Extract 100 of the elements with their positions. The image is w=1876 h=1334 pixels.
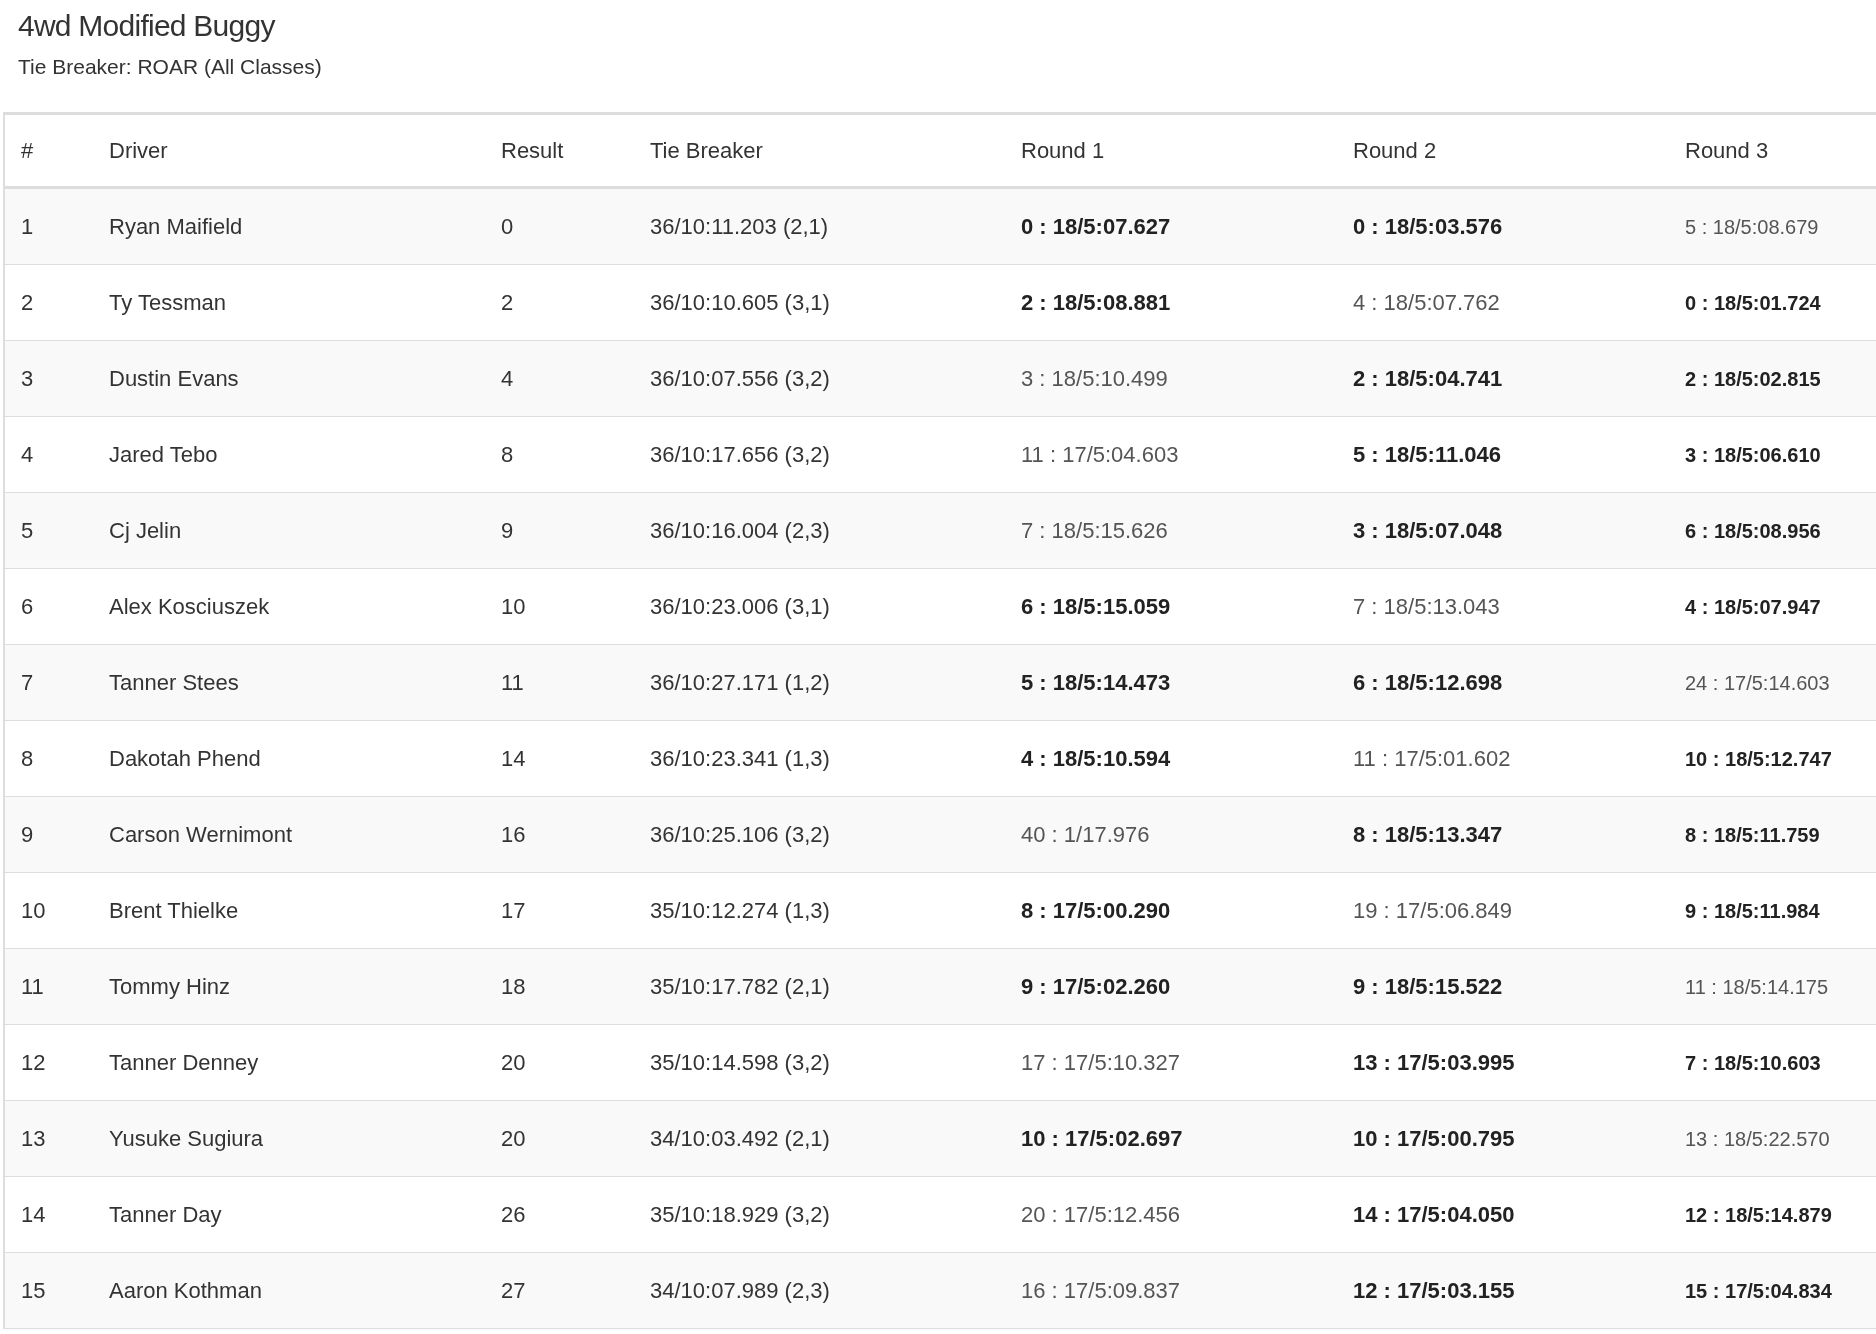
table-cell-text: 20 : 17/5:12.456 bbox=[1020, 1201, 1182, 1229]
table-cell-text: 0 : 18/5:07.627 bbox=[1020, 213, 1172, 241]
table-cell-text: 4 : 18/5:07.762 bbox=[1352, 289, 1501, 317]
column-header: # bbox=[20, 137, 35, 165]
table-cell-text: Tanner Stees bbox=[108, 669, 240, 697]
table-cell-text: 13 : 18/5:22.570 bbox=[1684, 1126, 1831, 1152]
table-cell-text: 3 bbox=[20, 365, 35, 393]
table-cell-text: Brent Thielke bbox=[108, 897, 240, 925]
table-cell-text: 7 : 18/5:15.626 bbox=[1020, 517, 1169, 545]
table-cell-text: Tanner Day bbox=[108, 1201, 223, 1229]
column-header: Round 2 bbox=[1352, 137, 1438, 165]
table-cell-text: 4 : 18/5:07.947 bbox=[1684, 594, 1822, 620]
table-cell-text: 7 : 18/5:13.043 bbox=[1352, 593, 1501, 621]
table-cell-text: 14 bbox=[500, 745, 527, 773]
table-cell-text: 9 bbox=[500, 517, 515, 545]
table-cell-text: 8 bbox=[20, 745, 35, 773]
table-cell-text: 4 bbox=[20, 441, 35, 469]
table-cell-text: 20 bbox=[500, 1049, 527, 1077]
table-cell-text: 10 : 17/5:02.697 bbox=[1020, 1125, 1184, 1153]
table-cell-text: 6 : 18/5:15.059 bbox=[1020, 593, 1172, 621]
table-cell-text: 12 bbox=[20, 1049, 47, 1077]
table-cell-text: Dustin Evans bbox=[108, 365, 240, 393]
table-cell-text: 35/10:12.274 (1,3) bbox=[649, 897, 831, 925]
column-header: Driver bbox=[108, 137, 169, 165]
table-cell-text: Carson Wernimont bbox=[108, 821, 293, 849]
table-cell-text: 36/10:23.341 (1,3) bbox=[649, 745, 831, 773]
table-cell-text: 36/10:11.203 (2,1) bbox=[649, 213, 830, 241]
table-cell-text: 11 : 17/5:04.603 bbox=[1020, 441, 1180, 469]
table-cell-text: Yusuke Sugiura bbox=[108, 1125, 265, 1153]
table-cell-text: 9 : 18/5:15.522 bbox=[1352, 973, 1504, 1001]
column-header: Tie Breaker bbox=[649, 137, 764, 165]
table-cell-text: Cj Jelin bbox=[108, 517, 183, 545]
table-cell-text: 17 bbox=[500, 897, 527, 925]
table-cell-text: 3 : 18/5:07.048 bbox=[1352, 517, 1504, 545]
table-cell-text: 5 : 18/5:08.679 bbox=[1684, 214, 1820, 240]
table-cell-text: 24 : 17/5:14.603 bbox=[1684, 670, 1831, 696]
table-cell-text: 10 : 18/5:12.747 bbox=[1684, 746, 1833, 772]
column-header: Round 3 bbox=[1684, 137, 1770, 165]
table-cell-text: 7 : 18/5:10.603 bbox=[1684, 1050, 1822, 1076]
table-cell-text: 36/10:17.656 (3,2) bbox=[649, 441, 831, 469]
table-cell-text: 9 bbox=[20, 821, 35, 849]
table-cell-text: 16 : 17/5:09.837 bbox=[1020, 1277, 1182, 1305]
table-cell-text: 20 bbox=[500, 1125, 527, 1153]
table-cell-text: 16 bbox=[500, 821, 527, 849]
subtitle: Tie Breaker: ROAR (All Classes) bbox=[18, 54, 323, 80]
table-cell-text: 5 : 18/5:14.473 bbox=[1020, 669, 1172, 697]
table-cell-text: 36/10:10.605 (3,1) bbox=[649, 289, 831, 317]
table-cell-text: 0 : 18/5:03.576 bbox=[1352, 213, 1504, 241]
column-header: Result bbox=[500, 137, 565, 165]
table-cell-text: 12 : 18/5:14.879 bbox=[1684, 1202, 1833, 1228]
table-cell-text: 8 : 17/5:00.290 bbox=[1020, 897, 1172, 925]
table-cell-text: 3 : 18/5:06.610 bbox=[1684, 442, 1822, 468]
table-cell-text: 26 bbox=[500, 1201, 527, 1229]
page-title: 4wd Modified Buggy bbox=[18, 8, 277, 44]
table-cell-text: Ty Tessman bbox=[108, 289, 227, 317]
column-header: Round 1 bbox=[1020, 137, 1106, 165]
table-cell-text: 13 : 17/5:03.995 bbox=[1352, 1049, 1516, 1077]
table-cell-text: 11 : 18/5:14.175 bbox=[1684, 974, 1830, 1000]
table-cell-text: 4 bbox=[500, 365, 515, 393]
table-cell-text: 7 bbox=[20, 669, 35, 697]
table-cell-text: 8 : 18/5:11.759 bbox=[1684, 822, 1821, 848]
table-cell-text: 35/10:17.782 (2,1) bbox=[649, 973, 831, 1001]
table-cell-text: 35/10:14.598 (3,2) bbox=[649, 1049, 831, 1077]
table-cell-text: 2 : 18/5:02.815 bbox=[1684, 366, 1822, 392]
table-cell-text: 36/10:16.004 (2,3) bbox=[649, 517, 831, 545]
table-cell-text: 10 bbox=[20, 897, 47, 925]
table-cell-text: 2 bbox=[500, 289, 515, 317]
table-cell-text: 18 bbox=[500, 973, 527, 1001]
table-cell-text: 1 bbox=[20, 213, 35, 241]
table-cell-text: Aaron Kothman bbox=[108, 1277, 263, 1305]
table-cell-text: 15 : 17/5:04.834 bbox=[1684, 1278, 1833, 1304]
table-cell-text: 8 bbox=[500, 441, 515, 469]
table-cell-text: 4 : 18/5:10.594 bbox=[1020, 745, 1172, 773]
table-cell-text: 34/10:07.989 (2,3) bbox=[649, 1277, 831, 1305]
table-cell-text: 36/10:25.106 (3,2) bbox=[649, 821, 831, 849]
table-cell-text: 36/10:07.556 (3,2) bbox=[649, 365, 831, 393]
table-cell-text: Tommy Hinz bbox=[108, 973, 231, 1001]
table-cell-text: 2 : 18/5:04.741 bbox=[1352, 365, 1504, 393]
table-cell-text: 19 : 17/5:06.849 bbox=[1352, 897, 1514, 925]
table-cell-text: 36/10:23.006 (3,1) bbox=[649, 593, 831, 621]
table-cell-text: 6 : 18/5:08.956 bbox=[1684, 518, 1822, 544]
table-cell-text: 5 bbox=[20, 517, 35, 545]
table-cell-text: Jared Tebo bbox=[108, 441, 219, 469]
table-cell-text: 35/10:18.929 (3,2) bbox=[649, 1201, 831, 1229]
table-cell-text: Tanner Denney bbox=[108, 1049, 260, 1077]
table-cell-text: 36/10:27.171 (1,2) bbox=[649, 669, 831, 697]
table-cell-text: 6 bbox=[20, 593, 35, 621]
table-cell-text: 2 : 18/5:08.881 bbox=[1020, 289, 1172, 317]
table-cell-text: 17 : 17/5:10.327 bbox=[1020, 1049, 1182, 1077]
table-cell-text: 14 bbox=[20, 1201, 47, 1229]
table-cell-text: 5 : 18/5:11.046 bbox=[1352, 441, 1502, 469]
table-cell-text: 27 bbox=[500, 1277, 527, 1305]
table-cell-text: 13 bbox=[20, 1125, 47, 1153]
table-cell-text: 15 bbox=[20, 1277, 47, 1305]
table-cell-text: 40 : 1/17.976 bbox=[1020, 821, 1151, 849]
table-cell-text: 3 : 18/5:10.499 bbox=[1020, 365, 1169, 393]
table-cell-text: 8 : 18/5:13.347 bbox=[1352, 821, 1504, 849]
table-cell-text: 10 : 17/5:00.795 bbox=[1352, 1125, 1516, 1153]
table-cell-text: 12 : 17/5:03.155 bbox=[1352, 1277, 1516, 1305]
table-cell-text: 0 bbox=[500, 213, 515, 241]
